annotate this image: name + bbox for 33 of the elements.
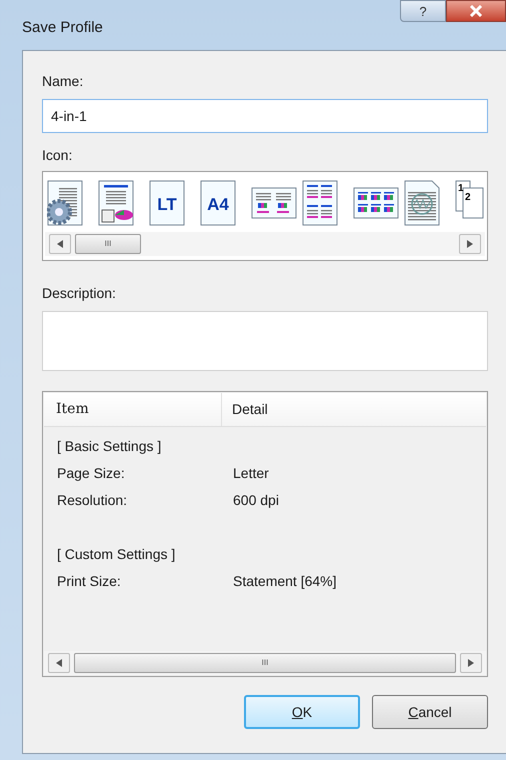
close-icon [469, 5, 483, 17]
scroll-right-button[interactable] [459, 234, 481, 254]
name-field[interactable]: 4-in-1 [42, 99, 488, 133]
group-heading: [ Custom Settings ] [57, 545, 176, 564]
close-button[interactable] [446, 0, 506, 22]
column-header[interactable]: Item [44, 393, 222, 426]
table-cell-text: Resolution: [56, 491, 128, 510]
description-field[interactable] [42, 311, 488, 371]
scroll-right-button[interactable] [460, 653, 482, 673]
table-cell-text: Page Size: [56, 464, 126, 483]
left-arrow-icon [57, 240, 63, 248]
scroll-thumb[interactable]: III [75, 234, 141, 254]
window-title: Save Profile [22, 18, 103, 38]
left-arrow-icon [56, 659, 62, 667]
table-cell-text: 600 dpi [232, 491, 279, 510]
field-label: Name: [42, 72, 84, 91]
dialog-button[interactable]: Cancel [372, 695, 488, 729]
right-arrow-icon [468, 659, 474, 667]
table-cell-text: Statement [64%] [232, 572, 337, 591]
scroll-left-button[interactable] [49, 234, 71, 254]
help-button[interactable]: ? [400, 0, 446, 22]
table-cell-text: Print Size: [56, 572, 122, 591]
right-arrow-icon [467, 240, 473, 248]
table-cell-text: Letter [232, 464, 269, 483]
icon-scrollbar[interactable]: III [45, 232, 485, 256]
field-label: Description: [42, 284, 117, 303]
group-heading: [ Basic Settings ] [57, 437, 162, 456]
column-header[interactable]: Detail [222, 393, 486, 426]
field-label: Icon: [42, 146, 74, 165]
list-scrollbar[interactable]: III [44, 651, 486, 675]
scroll-left-button[interactable] [48, 653, 70, 673]
scroll-thumb[interactable]: III [74, 653, 456, 673]
dialog-button[interactable]: OK [244, 695, 360, 729]
